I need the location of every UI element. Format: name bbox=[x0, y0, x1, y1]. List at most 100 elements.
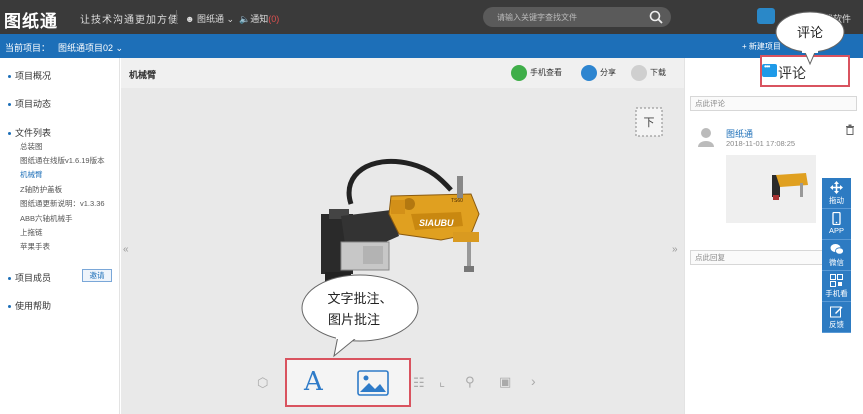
wechat-label: 微信 bbox=[829, 258, 844, 267]
notice-label: 通知 bbox=[250, 14, 269, 24]
viewcube-label: 下 bbox=[644, 116, 655, 129]
trash-icon[interactable] bbox=[845, 124, 855, 137]
feedback-label: 反馈 bbox=[829, 320, 844, 329]
file-item[interactable]: 总装图 bbox=[20, 141, 43, 152]
sidebar: 项目概况 项目动态 文件列表 总装图 图纸通在线版v1.6.19版本 机械臂 Z… bbox=[0, 58, 120, 414]
text-annotation-icon[interactable]: A bbox=[304, 367, 323, 397]
bullet-icon bbox=[8, 103, 11, 107]
file-item[interactable]: 图纸通在线版v1.6.19版本 bbox=[20, 155, 105, 166]
bullet-icon bbox=[8, 305, 11, 309]
sidebar-item-label: 使用帮助 bbox=[15, 301, 52, 311]
search-input[interactable] bbox=[497, 10, 647, 24]
download-button[interactable]: 下载 bbox=[631, 65, 666, 81]
edit-icon bbox=[830, 306, 843, 318]
mobile-view-label: 手机看 bbox=[825, 289, 848, 298]
chevron-down-icon: ⌄ bbox=[115, 43, 124, 53]
app-label: APP bbox=[828, 226, 844, 235]
bullet-icon bbox=[8, 75, 11, 79]
fit-icon[interactable]: ▣ bbox=[499, 374, 511, 390]
share-label: 分享 bbox=[600, 68, 616, 78]
avatar bbox=[697, 127, 715, 149]
wechat-button[interactable]: 微信 bbox=[822, 240, 851, 271]
view-cube[interactable]: 下 bbox=[634, 106, 664, 138]
zoom-icon[interactable]: ⚲ bbox=[465, 374, 475, 390]
bullet-icon bbox=[8, 277, 11, 281]
sidebar-item-label: 文件列表 bbox=[15, 128, 52, 138]
download-label: 下载 bbox=[650, 68, 666, 78]
drag-label: 拖动 bbox=[829, 196, 844, 205]
app-button[interactable]: APP bbox=[822, 209, 851, 240]
svg-text:TS60: TS60 bbox=[451, 198, 463, 204]
notice-count: (0) bbox=[268, 14, 280, 24]
chevron-right-icon[interactable]: › bbox=[531, 373, 536, 389]
file-item[interactable]: Z轴防护盖板 bbox=[20, 184, 62, 195]
divider bbox=[176, 10, 177, 24]
sidebar-item-label: 项目概况 bbox=[15, 71, 52, 81]
file-title: 机械臂 bbox=[129, 70, 157, 80]
top-bar: 图纸通 让技术沟通更加方便 ☻ 图纸通 ⌄ 🔈通知(0) 下载软件 bbox=[0, 0, 863, 34]
comment-timestamp: 2018-11-01 17:08:25 bbox=[726, 139, 796, 148]
notice-link[interactable]: 🔈通知(0) bbox=[239, 12, 279, 25]
file-item[interactable]: 图纸通更新说明：v1.3.36 bbox=[20, 198, 105, 209]
tree-icon[interactable]: ☷ bbox=[413, 375, 425, 391]
phone-icon bbox=[511, 65, 527, 81]
search-box bbox=[483, 7, 671, 27]
annotation-tools-highlight: A bbox=[285, 358, 411, 407]
comment-input[interactable]: 点此评论 bbox=[690, 96, 857, 111]
wechat-icon bbox=[830, 244, 844, 255]
annotation-callout-line1: 文字批注、 bbox=[327, 292, 392, 307]
viewer-header: 机械臂 手机查看 分享 下载 bbox=[121, 58, 684, 88]
file-item[interactable]: ABB六轴机械手 bbox=[20, 213, 73, 224]
download-icon bbox=[631, 65, 647, 81]
annotation-callout: 文字批注、 图片批注 bbox=[301, 274, 419, 358]
logo[interactable]: 图纸通 bbox=[4, 7, 58, 32]
comment-callout-text: 评论 bbox=[797, 26, 823, 41]
file-item-active[interactable]: 机械臂 bbox=[20, 169, 43, 180]
move-icon bbox=[830, 181, 843, 194]
image-annotation-icon[interactable] bbox=[357, 370, 389, 398]
collapse-right-button[interactable]: » bbox=[672, 244, 678, 255]
comment-button[interactable]: 评论 bbox=[762, 62, 806, 83]
comment-thumbnail[interactable] bbox=[726, 155, 816, 223]
project-bar: 当前项目： 图纸通项目02 ⌄ + 新建项目 bbox=[0, 34, 863, 58]
reply-input[interactable]: 点此回复 bbox=[690, 250, 830, 265]
sidebar-item-file-list[interactable]: 文件列表 bbox=[8, 126, 51, 139]
collapse-left-button[interactable]: « bbox=[123, 244, 129, 255]
drag-button[interactable]: 拖动 bbox=[822, 178, 851, 209]
mobile-view-label: 手机查看 bbox=[530, 68, 562, 78]
bullet-icon bbox=[8, 132, 11, 136]
user-name: 图纸通 bbox=[196, 14, 224, 24]
file-item[interactable]: 上拖链 bbox=[20, 227, 43, 238]
cube-icon[interactable]: ⬡ bbox=[257, 375, 268, 391]
user-icon: ☻ bbox=[185, 14, 197, 24]
search-icon[interactable] bbox=[649, 10, 663, 26]
mobile-view-float-button[interactable]: 手机看 bbox=[822, 271, 851, 302]
invite-button[interactable]: 邀请 bbox=[82, 269, 112, 282]
current-project-label: 当前项目： bbox=[5, 43, 51, 53]
user-menu[interactable]: ☻ 图纸通 ⌄ bbox=[185, 12, 234, 25]
qrcode-icon bbox=[830, 274, 843, 287]
phone-icon bbox=[832, 212, 841, 225]
floating-side-bar: 拖动 APP 微信 手机看 反馈 bbox=[822, 178, 851, 333]
project-selector[interactable]: 图纸通项目02 ⌄ bbox=[58, 41, 123, 54]
mobile-view-button[interactable]: 手机查看 bbox=[511, 65, 562, 81]
sidebar-item-help[interactable]: 使用帮助 bbox=[8, 299, 51, 312]
speaker-icon: 🔈 bbox=[239, 14, 251, 24]
sidebar-item-members[interactable]: 项目成员 bbox=[8, 271, 51, 284]
project-name: 图纸通项目02 bbox=[58, 43, 114, 53]
comment-button-label: 评论 bbox=[778, 65, 806, 81]
feedback-button[interactable]: 反馈 bbox=[822, 302, 851, 333]
share-button[interactable]: 分享 bbox=[581, 65, 616, 81]
sidebar-item-label: 项目成员 bbox=[15, 273, 52, 283]
file-item[interactable]: 苹果手表 bbox=[20, 241, 50, 252]
svg-text:SIAUBU: SIAUBU bbox=[419, 218, 454, 228]
annotation-callout-line2: 图片批注 bbox=[328, 313, 380, 328]
share-icon bbox=[581, 65, 597, 81]
slogan: 让技术沟通更加方便 bbox=[80, 15, 179, 26]
sidebar-item-label: 项目动态 bbox=[15, 99, 52, 109]
sidebar-item-activity[interactable]: 项目动态 bbox=[8, 97, 51, 110]
comment-callout: 评论 bbox=[775, 11, 845, 66]
measure-icon[interactable]: ⌞ bbox=[439, 374, 445, 390]
sidebar-item-overview[interactable]: 项目概况 bbox=[8, 69, 51, 82]
chevron-down-icon: ⌄ bbox=[224, 14, 235, 24]
